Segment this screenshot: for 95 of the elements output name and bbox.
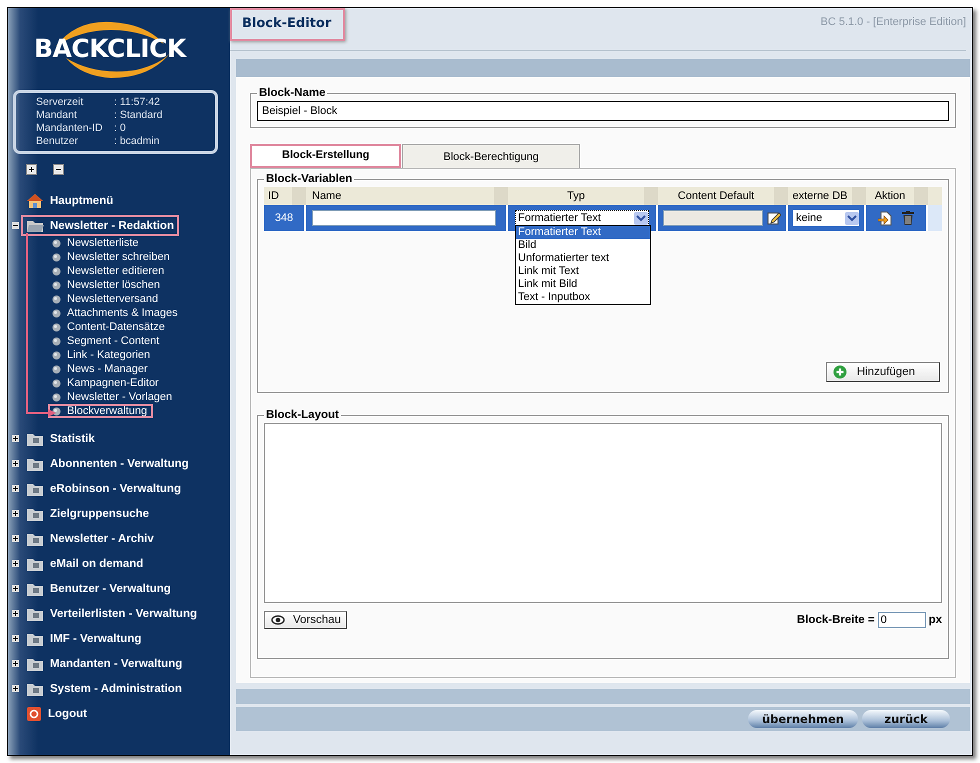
plus-icon [832, 365, 847, 379]
bullet-icon [52, 336, 61, 346]
submenu-item[interactable]: Attachments & Images [48, 306, 184, 320]
submenu-item[interactable]: Newsletterliste [48, 236, 145, 250]
action-button[interactable]: zurück [862, 710, 950, 728]
width-field[interactable]: 0 [878, 612, 926, 628]
menu-item[interactable]: eMail on demand [21, 553, 148, 574]
expand-icon[interactable] [12, 485, 19, 492]
collapse-all-icon[interactable] [53, 164, 64, 175]
version-text: BC 5.1.0 - [Enterprise Edition] [820, 15, 966, 28]
expand-icon[interactable] [12, 610, 19, 617]
menu-item[interactable]: eRobinson - Verwaltung [21, 478, 186, 499]
dropdown-option[interactable]: Unformatierter text [516, 252, 650, 265]
expand-icon[interactable] [12, 435, 19, 442]
dropdown-option[interactable]: Bild [516, 239, 650, 252]
group-legend: Block-Variablen [264, 173, 354, 185]
submenu-item[interactable]: Newsletter schreiben [48, 250, 176, 264]
bullet-icon [52, 308, 61, 318]
menu-item[interactable]: Logout [21, 703, 92, 724]
name-field[interactable] [312, 210, 496, 226]
info-value: : 11:57:42 [114, 96, 160, 109]
bullet-icon [52, 294, 61, 304]
info-value: : 0 [114, 122, 126, 135]
expand-icon[interactable] [12, 585, 19, 592]
expand-all-icon[interactable] [26, 164, 37, 175]
expand-icon[interactable] [12, 685, 19, 692]
menu-item[interactable]: Abonnenten - Verwaltung [21, 453, 194, 474]
submenu-item[interactable]: News - Manager [48, 362, 154, 376]
dropdown-option[interactable]: Text - Inputbox [516, 291, 650, 304]
menu-item[interactable]: Statistik [21, 428, 100, 449]
expand-icon[interactable] [12, 460, 19, 467]
menu-item[interactable]: Verteilerlisten - Verwaltung [21, 603, 202, 624]
eye-icon [271, 614, 285, 626]
id-cell: 348 [264, 205, 306, 231]
menu-item[interactable]: IMF - Verwaltung [21, 628, 146, 649]
submenu-item[interactable]: Newsletter - Vorlagen [48, 390, 178, 404]
trash-icon[interactable] [902, 211, 914, 225]
bullet-icon [52, 238, 61, 248]
bullet-icon [52, 266, 61, 276]
preview-button[interactable]: Vorschau [264, 611, 347, 629]
info-label: Serverzeit [36, 96, 84, 109]
tab[interactable]: Block-Berechtigung [402, 144, 580, 168]
type-select[interactable]: Formatierter Text [515, 210, 649, 226]
tab[interactable]: Block-Erstellung [250, 144, 402, 168]
dropdown-option[interactable]: Formatierter Text [516, 226, 650, 239]
submenu-item[interactable]: Blockverwaltung [48, 404, 154, 418]
submenu-item[interactable]: Link - Kategorien [48, 348, 156, 362]
bullet-icon [52, 280, 61, 290]
add-button[interactable]: Hinzufügen [826, 362, 940, 382]
expand-icon[interactable] [12, 560, 19, 567]
expand-icon[interactable] [12, 535, 19, 542]
bullet-icon [52, 406, 61, 416]
dropdown-option[interactable]: Link mit Text [516, 265, 650, 278]
expand-icon[interactable] [12, 635, 19, 642]
logout-icon [26, 706, 42, 722]
submenu-item[interactable]: Newsletterversand [48, 292, 164, 306]
action-button[interactable]: übernehmen [748, 710, 858, 728]
logo-text: BACKCLICK [34, 34, 186, 63]
submenu-item[interactable]: Newsletter löschen [48, 278, 166, 292]
external-db-select[interactable]: keine [793, 210, 859, 226]
unit-label: px [928, 614, 942, 626]
submenu-item[interactable]: Segment - Content [48, 334, 166, 348]
menu-item[interactable]: Newsletter - Redaktion [21, 215, 179, 236]
import-icon[interactable] [878, 210, 892, 226]
bullet-icon [52, 392, 61, 402]
info-label: Mandanten-ID [36, 122, 104, 135]
submenu-item[interactable]: Newsletter editieren [48, 264, 170, 278]
group-legend: Block-Name [257, 87, 328, 99]
bullet-icon [52, 252, 61, 262]
info-label: Mandant [36, 109, 78, 122]
menu-item[interactable]: Hauptmenü [21, 190, 118, 211]
expand-icon[interactable] [12, 660, 19, 667]
menu-item[interactable]: Mandanten - Verwaltung [21, 653, 188, 674]
block-name-field[interactable]: Beispiel - Block [257, 101, 949, 121]
page-title: Block-Editor [230, 8, 346, 41]
bullet-icon [52, 322, 61, 332]
menu-item[interactable]: Benutzer - Verwaltung [21, 578, 176, 599]
width-label: Block-Breite = [796, 614, 875, 626]
group-legend: Block-Layout [264, 409, 341, 421]
bullet-icon [52, 378, 61, 388]
dropdown-option[interactable]: Link mit Bild [516, 278, 650, 291]
collapse-icon[interactable] [12, 222, 19, 229]
submenu-item[interactable]: Kampagnen-Editor [48, 376, 165, 390]
info-value: : bcadmin [114, 135, 160, 148]
expand-icon[interactable] [12, 510, 19, 517]
menu-item[interactable]: Newsletter - Archiv [21, 528, 159, 549]
bullet-icon [52, 350, 61, 360]
pencil-icon[interactable] [767, 211, 781, 225]
submenu-item[interactable]: Content-Datensätze [48, 320, 171, 334]
house-icon [26, 192, 44, 208]
bullet-icon [52, 364, 61, 374]
info-value: : Standard [114, 109, 162, 122]
menu-item[interactable]: Zielgruppensuche [21, 503, 154, 524]
menu-item[interactable]: System - Administration [21, 678, 187, 699]
info-label: Benutzer [36, 135, 80, 148]
